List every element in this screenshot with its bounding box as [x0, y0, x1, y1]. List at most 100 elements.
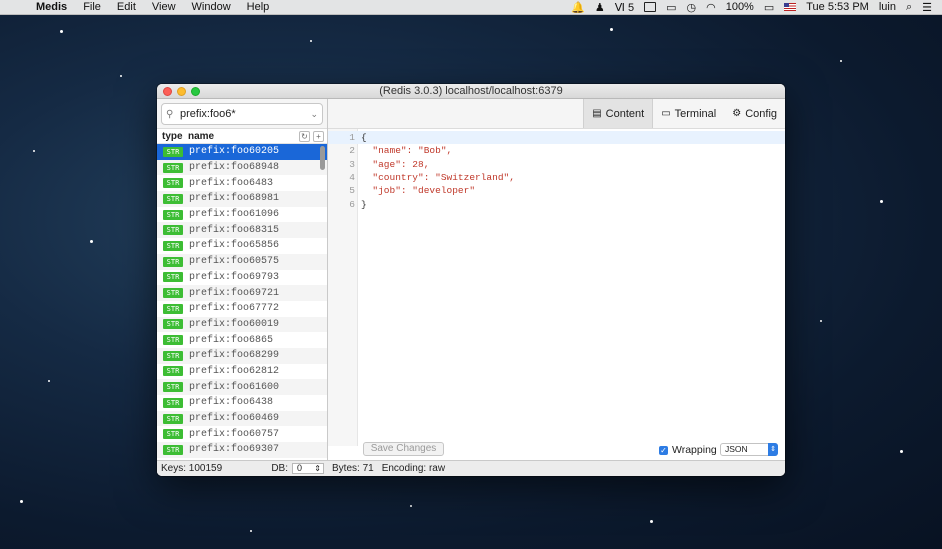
- key-name: prefix:foo61600: [189, 381, 280, 393]
- add-key-icon[interactable]: +: [313, 130, 324, 142]
- key-row[interactable]: STR prefix:foo68315: [157, 222, 327, 239]
- key-row[interactable]: STR prefix:foo6438: [157, 395, 327, 411]
- type-badge: STR: [163, 319, 183, 330]
- app-window: (Redis 3.0.3) localhost/localhost:6379 ⚲…: [157, 84, 785, 476]
- bytes-label: Bytes: 71: [332, 463, 374, 474]
- line-number: 6: [349, 198, 355, 210]
- type-badge: STR: [163, 429, 183, 440]
- menu-edit[interactable]: Edit: [109, 1, 144, 13]
- menu-file[interactable]: File: [75, 1, 109, 13]
- search-icon[interactable]: ⌕: [906, 1, 912, 14]
- document-icon: ▤: [592, 108, 602, 119]
- list-icon[interactable]: ☰: [922, 1, 932, 14]
- key-row[interactable]: STR prefix:foo65856: [157, 238, 327, 254]
- key-row[interactable]: STR prefix:foo60019: [157, 316, 327, 333]
- star: [900, 450, 903, 453]
- maximize-button[interactable]: [191, 87, 200, 96]
- star: [410, 505, 412, 507]
- window-icon[interactable]: [644, 2, 657, 12]
- type-badge: STR: [163, 209, 183, 220]
- type-badge: STR: [163, 303, 183, 314]
- battery-label[interactable]: 100%: [726, 1, 754, 13]
- key-row[interactable]: STR prefix:foo68948: [157, 159, 327, 176]
- notification-icon[interactable]: 🔔: [571, 1, 585, 14]
- menu-view[interactable]: View: [144, 1, 184, 13]
- minimize-button[interactable]: [177, 87, 186, 96]
- terminal-icon: ▭: [661, 108, 671, 119]
- clock-label[interactable]: Tue 5:53 PM: [806, 1, 869, 13]
- key-row[interactable]: STR prefix:foo60575: [157, 253, 327, 270]
- tab-config[interactable]: ⚙ Config: [724, 99, 785, 128]
- tab-config-label: Config: [745, 107, 777, 120]
- key-row[interactable]: STR prefix:foo60757: [157, 426, 327, 442]
- key-row[interactable]: STR prefix:foo69721: [157, 285, 327, 301]
- key-name: prefix:foo60019: [189, 318, 280, 330]
- tab-terminal[interactable]: ▭ Terminal: [653, 99, 724, 128]
- bird-icon[interactable]: ♟: [595, 1, 605, 14]
- search-input[interactable]: ⚲ prefix:foo6* ⌄: [161, 103, 323, 125]
- status-number: 5: [627, 1, 635, 14]
- key-name: prefix:foo60205: [189, 146, 280, 158]
- key-row[interactable]: STR prefix:foo68299: [157, 347, 327, 364]
- save-changes-button[interactable]: Save Changes: [363, 442, 444, 456]
- code-line: 2 "name": "Bob",: [328, 144, 785, 157]
- tab-content[interactable]: ▤ Content: [583, 99, 654, 128]
- line-number: 2: [349, 145, 355, 157]
- wrapping-control[interactable]: ✓ Wrapping: [659, 444, 717, 456]
- code-text: {: [361, 132, 367, 143]
- adobe-icon[interactable]: Ⅵ 5: [615, 1, 634, 14]
- key-list-scrollbar[interactable]: [320, 146, 325, 170]
- refresh-icon[interactable]: ↻: [299, 130, 310, 142]
- close-button[interactable]: [163, 87, 172, 96]
- menu-app-name[interactable]: Medis: [36, 1, 75, 13]
- key-row[interactable]: STR prefix:foo68981: [157, 191, 327, 207]
- key-name: prefix:foo69721: [189, 287, 280, 299]
- key-name: prefix:foo60575: [189, 256, 280, 268]
- type-badge: STR: [163, 272, 183, 283]
- wifi-icon[interactable]: ◠: [706, 1, 716, 14]
- star: [20, 500, 23, 503]
- star: [650, 520, 653, 523]
- flag-icon[interactable]: [784, 3, 797, 11]
- star: [820, 320, 822, 322]
- battery-icon: ▭: [763, 1, 775, 14]
- window-controls: [163, 87, 200, 96]
- chevron-down-icon[interactable]: ⌄: [310, 109, 318, 120]
- code-text: "job": "developer": [361, 185, 476, 197]
- sidebar-status-bar: Keys: 100159 DB: 0: [157, 460, 328, 476]
- user-label[interactable]: luin: [879, 1, 896, 13]
- db-select[interactable]: 0: [292, 463, 324, 474]
- code-editor[interactable]: 1{2 "name": "Bob", 3 "age": 28, 4 "country…: [328, 129, 785, 446]
- key-row[interactable]: STR prefix:foo62812: [157, 364, 327, 380]
- format-select[interactable]: JSON ⇕: [720, 443, 778, 456]
- airplay-icon[interactable]: ▭: [666, 1, 676, 14]
- column-type[interactable]: type: [162, 131, 188, 142]
- menu-window[interactable]: Window: [184, 1, 239, 13]
- main-panel: ▤ Content ▭ Terminal ⚙ Config 1{2 "name"…: [328, 99, 785, 476]
- star: [610, 28, 613, 31]
- star: [250, 530, 252, 532]
- type-badge: STR: [163, 193, 183, 204]
- menu-bar: Medis File Edit View Window Help 🔔 ♟ Ⅵ 5…: [0, 0, 942, 15]
- code-line: 5 "job": "developer": [328, 184, 785, 197]
- menu-help[interactable]: Help: [239, 1, 278, 13]
- db-label: DB:: [271, 463, 288, 474]
- clock-icon[interactable]: ◷: [686, 1, 696, 14]
- key-row[interactable]: STR prefix:foo69793: [157, 270, 327, 286]
- type-badge: STR: [163, 256, 183, 267]
- column-name[interactable]: name: [188, 131, 299, 142]
- key-row[interactable]: STR prefix:foo69307: [157, 442, 327, 458]
- type-badge: STR: [163, 178, 183, 189]
- code-text: "country": "Switzerland",: [361, 171, 515, 183]
- key-list: STR prefix:foo60205 STR prefix:foo68948 STR p…: [157, 144, 327, 459]
- title-bar: (Redis 3.0.3) localhost/localhost:6379: [157, 84, 785, 99]
- wrapping-checkbox[interactable]: ✓: [659, 445, 668, 455]
- key-row[interactable]: STR prefix:foo67772: [157, 301, 327, 317]
- key-name: prefix:foo68315: [189, 224, 280, 236]
- key-row[interactable]: STR prefix:foo60205: [157, 144, 327, 160]
- key-row[interactable]: STR prefix:foo6865: [157, 332, 327, 348]
- key-row[interactable]: STR prefix:foo6483: [157, 175, 327, 191]
- key-row[interactable]: STR prefix:foo61096: [157, 207, 327, 223]
- key-row[interactable]: STR prefix:foo61600: [157, 379, 327, 395]
- key-row[interactable]: STR prefix:foo60469: [157, 410, 327, 427]
